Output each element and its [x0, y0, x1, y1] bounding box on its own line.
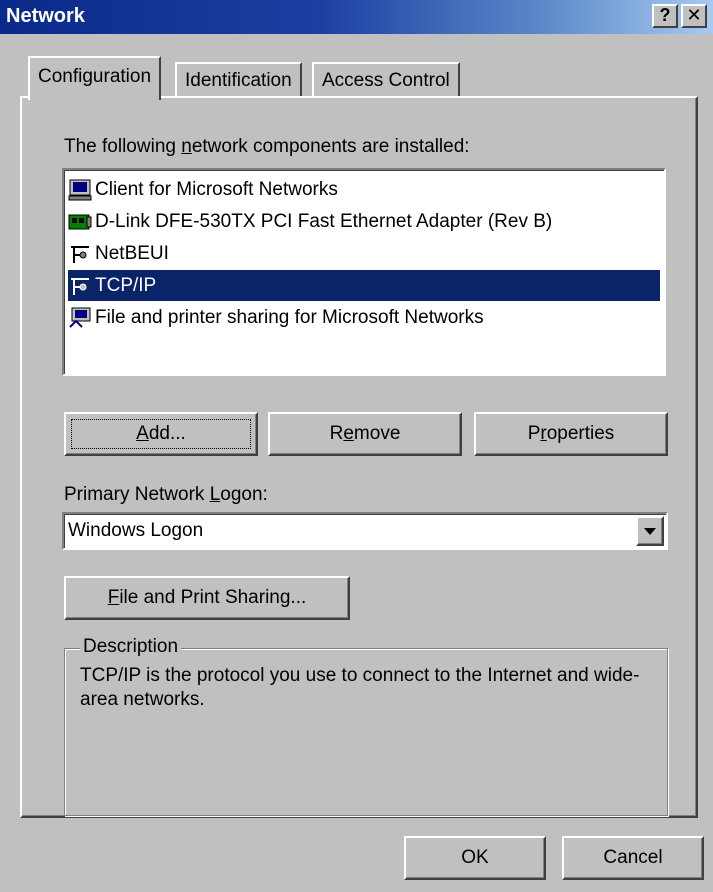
properties-button-label: Properties: [527, 423, 615, 444]
close-button[interactable]: ✕: [681, 4, 707, 28]
list-item-client[interactable]: Client for Microsoft Networks: [68, 174, 660, 205]
list-item-label: File and printer sharing for Microsoft N…: [95, 306, 484, 328]
add-button[interactable]: Add...: [64, 412, 258, 456]
remove-button[interactable]: Remove: [268, 412, 462, 456]
logon-label: Primary Network Logon:: [64, 484, 268, 505]
tab-label: Access Control: [322, 70, 450, 91]
description-text: TCP/IP is the protocol you use to connec…: [80, 665, 640, 710]
logon-selected-value: Windows Logon: [68, 520, 204, 541]
list-item-tcpip[interactable]: TCP/IP: [68, 270, 660, 301]
logon-dropdown[interactable]: Windows Logon: [62, 512, 668, 550]
window-title: Network: [6, 5, 85, 27]
list-item-label: NetBEUI: [95, 242, 169, 264]
file-print-sharing-button[interactable]: File and Print Sharing...: [64, 576, 350, 620]
ok-button[interactable]: OK: [404, 836, 546, 880]
ok-button-label: OK: [461, 847, 489, 868]
properties-button[interactable]: Properties: [474, 412, 668, 456]
file-print-sharing-label: File and Print Sharing...: [107, 587, 307, 608]
dropdown-button[interactable]: [636, 516, 664, 546]
remove-button-label: Remove: [329, 423, 401, 444]
title-bar[interactable]: Network ? ✕: [0, 0, 713, 34]
description-legend: Description: [80, 636, 182, 658]
protocol-icon: [71, 245, 89, 263]
tab-configuration[interactable]: Configuration: [28, 56, 162, 100]
adapter-icon: [68, 214, 92, 229]
cancel-button-label: Cancel: [603, 847, 663, 868]
service-icon: [69, 307, 91, 328]
tab-access-control[interactable]: Access Control: [312, 62, 460, 98]
list-item-label: Client for Microsoft Networks: [95, 178, 338, 200]
list-item-file-printer-sharing[interactable]: File and printer sharing for Microsoft N…: [68, 302, 660, 333]
tab-label: Identification: [185, 70, 292, 91]
client-icon: [68, 179, 92, 200]
protocol-icon: [71, 277, 89, 295]
list-item-netbeui[interactable]: NetBEUI: [68, 238, 660, 269]
list-item-label: D-Link DFE-530TX PCI Fast Ethernet Adapt…: [95, 210, 553, 232]
close-icon: ✕: [686, 5, 702, 25]
list-item-adapter[interactable]: D-Link DFE-530TX PCI Fast Ethernet Adapt…: [68, 206, 660, 237]
list-item-label: TCP/IP: [95, 274, 157, 296]
components-listbox[interactable]: Client for Microsoft Networks D-Link DFE…: [62, 168, 666, 376]
help-button[interactable]: ?: [652, 4, 678, 28]
components-label: The following network components are ins…: [64, 136, 470, 157]
focus-ring: [71, 419, 251, 449]
tab-label: Configuration: [38, 66, 152, 87]
cancel-button[interactable]: Cancel: [562, 836, 704, 880]
chevron-down-icon: [644, 528, 656, 535]
tab-identification[interactable]: Identification: [175, 62, 302, 98]
